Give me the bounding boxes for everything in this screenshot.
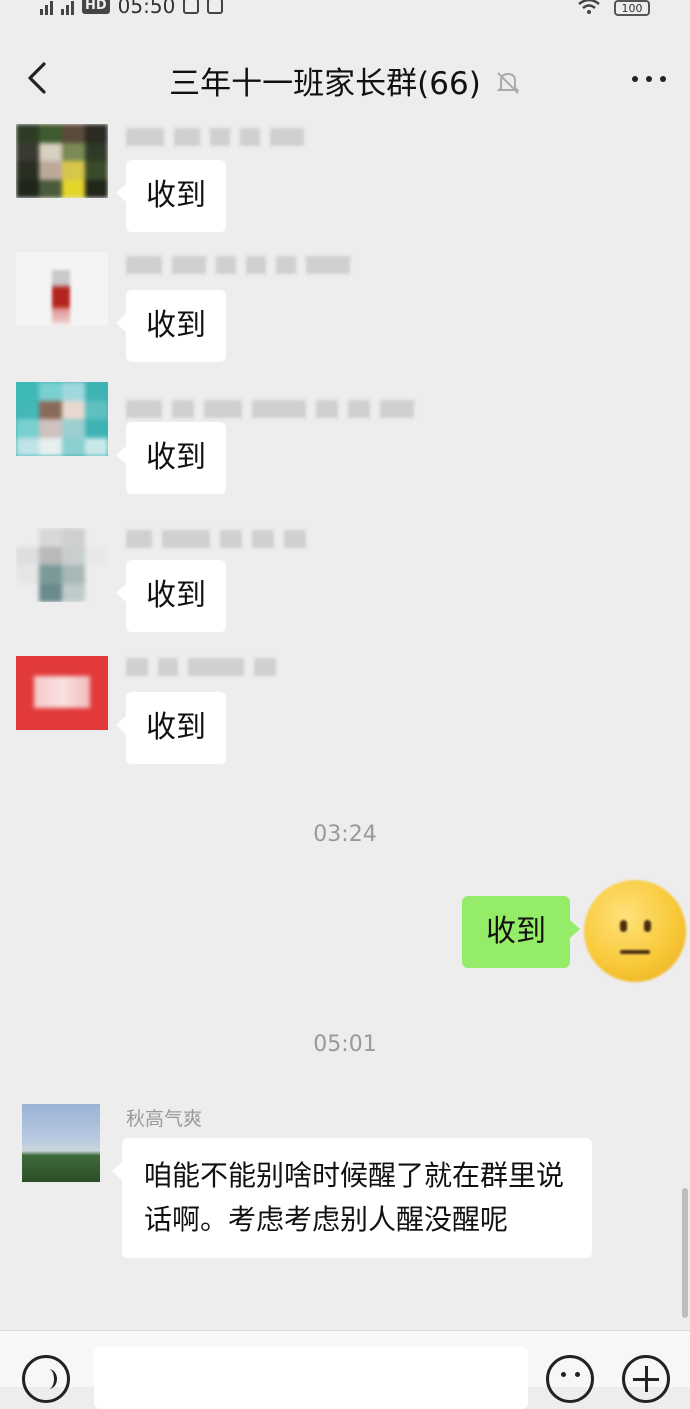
blurred-avatar-image xyxy=(34,676,90,708)
emoji-eye-icon xyxy=(644,920,651,932)
signal-icon-2 xyxy=(61,0,74,15)
voice-input-button[interactable] xyxy=(22,1355,70,1403)
chat-header: 三年十一班家长群(66) xyxy=(0,40,690,120)
blurred-avatar-image xyxy=(16,124,108,198)
notification-icon xyxy=(207,0,224,14)
my-message-bubble[interactable]: 收到 xyxy=(462,896,580,968)
blurred-avatar-image xyxy=(16,528,108,602)
dot-icon xyxy=(646,76,652,82)
avatar[interactable] xyxy=(16,382,108,456)
avatar[interactable] xyxy=(16,656,108,730)
message-bubble[interactable]: 收到 xyxy=(116,422,226,494)
hd-icon: HD xyxy=(82,0,110,14)
chat-title: 三年十一班家长群(66) xyxy=(169,66,481,102)
sender-name: 秋高气爽 xyxy=(126,1108,203,1130)
dot-icon xyxy=(632,76,638,82)
message-bubble[interactable]: 收到 xyxy=(116,692,226,764)
emoji-eye-icon xyxy=(575,1372,580,1377)
timestamp: 05:01 xyxy=(313,1032,377,1057)
avatar[interactable] xyxy=(16,528,108,602)
sender-name-blurred xyxy=(126,656,276,678)
sender-name-blurred xyxy=(126,126,304,148)
mute-bell-icon xyxy=(495,68,521,94)
avatar[interactable] xyxy=(22,1104,100,1182)
avatar[interactable] xyxy=(16,252,108,326)
signal-icon xyxy=(40,0,53,15)
message-bubble[interactable]: 咱能不能别啥时候醒了就在群里说话啊。考虑考虑别人醒没醒呢 xyxy=(112,1138,592,1258)
emoji-eye-icon xyxy=(620,920,627,932)
blurred-avatar-image xyxy=(52,270,70,324)
status-bar: HD 05:50 100 xyxy=(0,0,690,20)
my-avatar[interactable] xyxy=(584,880,686,982)
emoji-eye-icon xyxy=(561,1372,566,1377)
check-icon xyxy=(183,0,200,14)
message-bubble[interactable]: 收到 xyxy=(116,290,226,362)
sender-name-blurred xyxy=(126,254,350,276)
status-right: 100 xyxy=(578,0,650,20)
battery-icon: 100 xyxy=(614,0,650,16)
title-inner: 三年十一班家长群(66) xyxy=(169,58,521,103)
sender-name-blurred xyxy=(126,398,414,420)
input-bar xyxy=(0,1330,690,1409)
title-wrap: 三年十一班家长群(66) xyxy=(0,58,690,103)
more-options-button[interactable] xyxy=(632,76,666,82)
more-actions-plus-button[interactable] xyxy=(622,1355,670,1403)
message-bubble[interactable]: 收到 xyxy=(116,160,226,232)
message-bubble[interactable]: 收到 xyxy=(116,560,226,632)
wifi-icon xyxy=(578,0,600,20)
scrollbar[interactable] xyxy=(682,1188,688,1318)
sender-name-blurred xyxy=(126,528,306,550)
avatar[interactable] xyxy=(16,124,108,198)
status-left: HD 05:50 xyxy=(40,0,224,18)
message-input[interactable] xyxy=(94,1347,528,1409)
status-time: 05:50 xyxy=(117,0,176,18)
dot-icon xyxy=(660,76,666,82)
emoji-mouth-icon xyxy=(620,950,650,954)
timestamp: 03:24 xyxy=(313,822,377,847)
emoji-button[interactable] xyxy=(546,1355,594,1403)
blurred-avatar-image xyxy=(16,382,108,456)
voice-wave-icon xyxy=(40,1369,57,1389)
